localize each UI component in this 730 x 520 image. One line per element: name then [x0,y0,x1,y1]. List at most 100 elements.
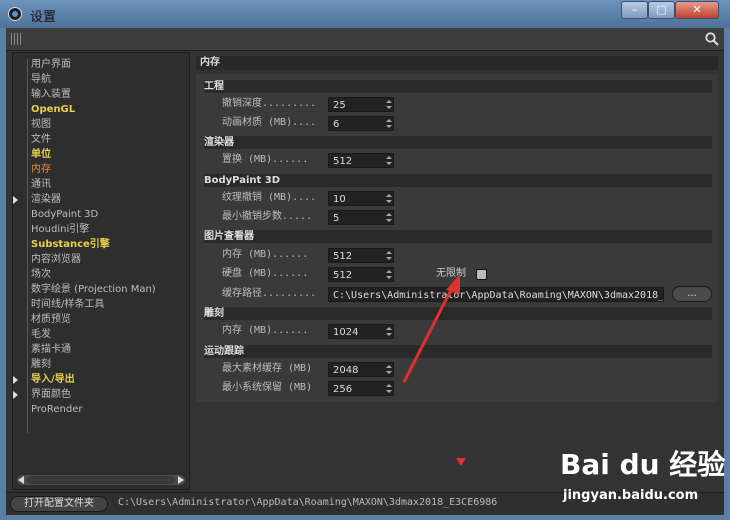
spinner-icon[interactable] [386,327,392,336]
scroll-left-arrow-icon[interactable] [18,476,24,484]
nav-item-label: 内存 [31,164,51,175]
nav-item-label: 时间线/样条工具 [31,299,105,310]
tree-guide-line [27,59,28,433]
nav-item-label: ProRender [31,404,83,415]
swap-value: 512 [333,156,353,167]
scroll-right-arrow-icon[interactable] [178,476,184,484]
search-icon[interactable] [704,31,720,47]
nav-item-label: 界面颜色 [31,389,71,400]
spinner-icon[interactable] [386,100,392,109]
section-title: 内存 [196,56,718,70]
spinner-icon[interactable] [386,251,392,260]
minimize-button[interactable]: – [621,1,648,19]
nav-item-label: 雕刻 [31,359,51,370]
sculpt-memory-value: 1024 [333,327,359,338]
watermark-brand: Bai du 经验 [560,448,725,481]
grip-handle-icon[interactable] [11,33,23,45]
texture-undo-value: 10 [333,194,346,205]
maximize-button[interactable]: □ [648,1,675,19]
min-undo-label: 最小撤销步数..... [222,211,313,222]
expand-arrow-icon[interactable] [13,391,18,399]
nav-item-label: 内容浏览器 [31,254,81,265]
settings-nav-tree: 用户界面导航输入装置 OpenGL 视图文件单位内存通讯渲染器 BodyPaint 3… [12,52,190,490]
nav-horizontal-scrollbar[interactable] [17,475,185,485]
nav-item-label: 材质预览 [31,314,71,325]
memory-settings-panel: 内存 工程 撤销深度......... 25 动画材质 (MB).... 6 渲… [194,52,720,490]
spinner-icon[interactable] [386,365,392,374]
undo-depth-field[interactable]: 25 [328,97,394,112]
window-title: 设置 [30,10,57,25]
group-header-renderer: 渲染器 [204,136,712,149]
pv-disk-value: 512 [333,270,353,281]
cache-path-field[interactable]: C:\Users\Administrator\AppData\Roaming\M… [328,287,664,302]
max-asset-cache-field[interactable]: 2048 [328,362,394,377]
toolbar [6,28,724,51]
spinner-icon[interactable] [386,270,392,279]
expand-arrow-icon[interactable] [13,196,18,204]
nav-item-label: 视图 [31,119,51,130]
baidu-jingyan-logo-icon: Bai du 经验 [560,448,725,481]
spinner-icon[interactable] [386,384,392,393]
nav-item-label: 通讯 [31,179,51,190]
settings-window: 设置 – □ ✕ 用户界面 导航 输入装置 OpenGL 视图 文件 单位 内存 通讯 渲染器 Bo… [0,0,730,520]
nav-item-label: 素描卡通 [31,344,71,355]
close-button[interactable]: ✕ [675,1,719,19]
scroll-thumb[interactable] [27,476,175,484]
annotation-arrow-icon [402,274,460,383]
swap-field[interactable]: 512 [328,153,394,168]
nav-item-label: 渲染器 [31,194,61,205]
red-triangle-marker-icon [456,458,466,466]
title-bar: 设置 – □ ✕ [0,0,730,28]
spinner-icon[interactable] [386,213,392,222]
nav-item-label: 数字绘景 (Projection Man) [31,284,156,295]
group-header-picture-viewer: 图片查看器 [204,230,712,243]
group-header-project: 工程 [204,80,712,93]
unlimited-checkbox[interactable] [476,269,487,280]
nav-item-label: OpenGL [31,104,76,115]
config-path-text: C:\Users\Administrator\AppData\Roaming\M… [118,497,498,508]
min-system-reserve-value: 256 [333,384,353,395]
cinema4d-app-icon [8,7,22,21]
pv-memory-label: 内存 (MB)...... [222,249,309,260]
spinner-icon[interactable] [386,194,392,203]
nav-item-label: 场次 [31,269,51,280]
nav-item-label: 毛发 [31,329,51,340]
cache-path-browse-button[interactable]: ... [672,286,712,302]
sculpt-memory-field[interactable]: 1024 [328,324,394,339]
nav-item-label: 文件 [31,134,51,145]
pv-memory-value: 512 [333,251,353,262]
spinner-icon[interactable] [386,119,392,128]
nav-item-label: 单位 [31,149,51,160]
pv-disk-label: 硬盘 (MB)...... [222,268,309,279]
min-undo-field[interactable]: 5 [328,210,394,225]
sculpt-memory-label: 内存 (MB)...... [222,325,309,336]
swap-label: 置换 (MB)...... [222,154,309,165]
max-asset-cache-label: 最大素材缓存 (MB) [222,363,313,374]
expand-arrow-icon[interactable] [13,376,18,384]
nav-item-label: 导航 [31,74,51,85]
anim-material-value: 6 [333,119,340,130]
max-asset-cache-value: 2048 [333,365,359,376]
min-system-reserve-field[interactable]: 256 [328,381,394,396]
nav-item-label: Substance引擎 [31,239,110,250]
nav-item-label: 输入装置 [31,89,71,100]
nav-item-label: Houdini引擎 [31,224,90,235]
nav-item-label: 导入/导出 [31,374,75,385]
anim-material-field[interactable]: 6 [328,116,394,131]
texture-undo-label: 纹理撤销 (MB).... [222,192,317,203]
nav-item-label: BodyPaint 3D [31,209,99,220]
nav-item-label: 用户界面 [31,59,71,70]
pv-memory-field[interactable]: 512 [328,248,394,263]
pv-disk-field[interactable]: 512 [328,267,394,282]
min-undo-value: 5 [333,213,340,224]
undo-depth-value: 25 [333,100,346,111]
undo-depth-label: 撤销深度......... [222,98,317,109]
anim-material-label: 动画材质 (MB).... [222,117,317,128]
texture-undo-field[interactable]: 10 [328,191,394,206]
group-header-bodypaint: BodyPaint 3D [204,174,712,187]
open-config-folder-button[interactable]: 打开配置文件夹 [10,496,108,512]
watermark-url: jingyan.baidu.com [563,488,699,503]
cache-path-label: 缓存路径......... [222,288,317,299]
min-system-reserve-label: 最小系统保留 (MB) [222,382,313,393]
spinner-icon[interactable] [386,156,392,165]
